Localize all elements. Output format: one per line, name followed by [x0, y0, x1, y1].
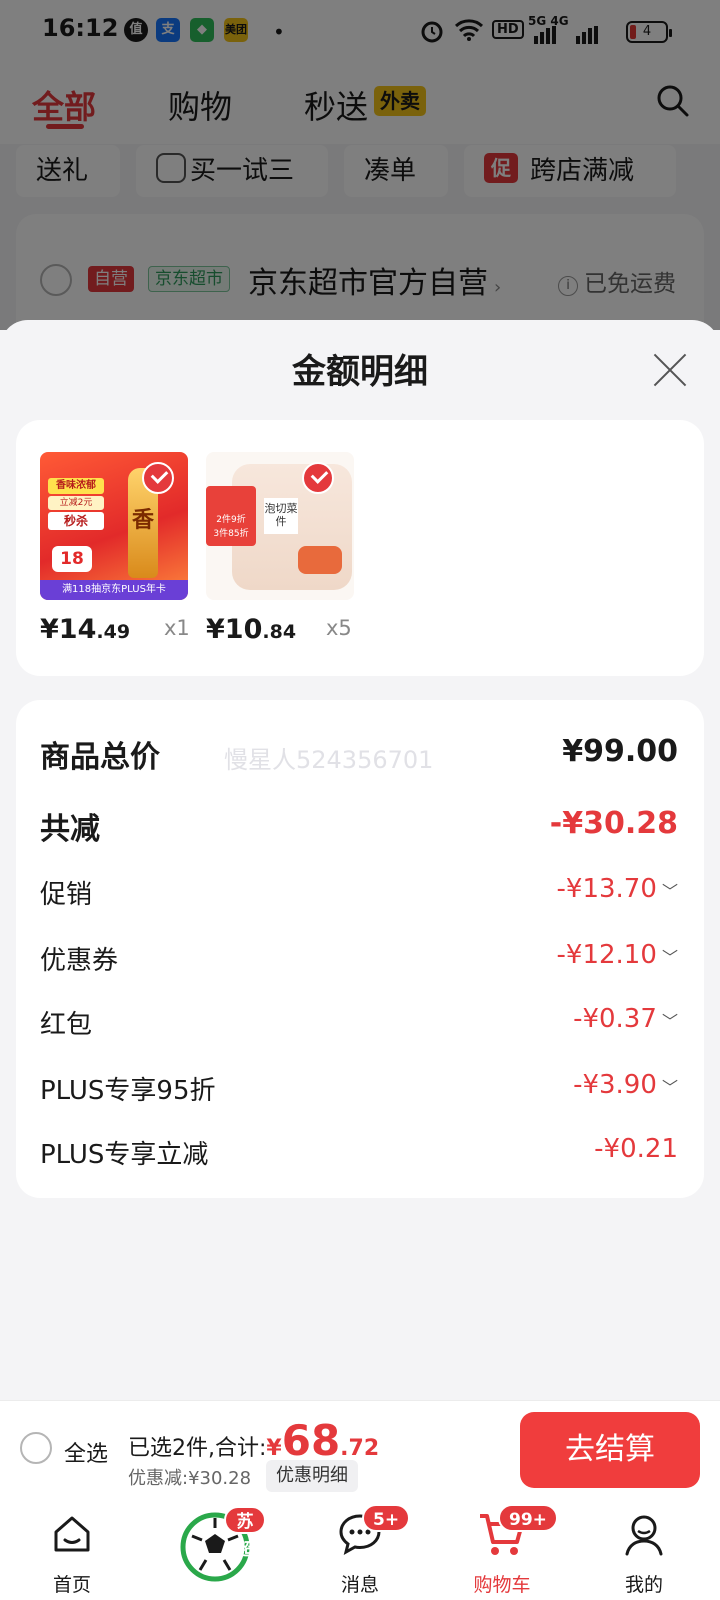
product-checked-icon[interactable] — [302, 462, 334, 494]
nav-profile[interactable]: 我的 — [594, 1510, 694, 1596]
row-plus-95-expand[interactable]: -¥3.90 ﹀ — [440, 1070, 678, 1100]
nav-messages[interactable]: 5+ 消息 — [310, 1504, 411, 1596]
row-value-promotion: -¥13.70 — [556, 874, 657, 904]
chevron-down-icon: ﹀ — [661, 1078, 678, 1097]
message-count-badge: 5+ — [362, 1504, 411, 1532]
row-coupon-expand[interactable]: -¥12.10 ﹀ — [440, 940, 678, 970]
chevron-down-icon: ﹀ — [661, 1012, 678, 1031]
row-label-subtotal: 商品总价 — [40, 740, 160, 775]
su-super-badge: 苏超 — [224, 1506, 266, 1560]
row-label-coupon: 优惠券 — [40, 946, 119, 976]
product-checked-icon[interactable] — [142, 462, 174, 494]
row-label-plus-instant: PLUS专享立减 — [40, 1140, 209, 1170]
row-value-subtotal: ¥99.00 — [562, 734, 678, 769]
select-all-radio[interactable] — [20, 1432, 52, 1464]
product-price: ¥10.84 — [206, 614, 297, 645]
checkout-button[interactable]: 去结算 — [520, 1412, 700, 1488]
cart-count-badge: 99+ — [498, 1504, 558, 1532]
row-value-coupon: -¥12.10 — [556, 940, 657, 970]
nav-cart[interactable]: 99+ 购物车 — [452, 1504, 558, 1596]
row-value-red-packet: -¥0.37 — [573, 1004, 657, 1034]
row-promotion-expand[interactable]: -¥13.70 ﹀ — [440, 874, 678, 904]
chevron-down-icon: ﹀ — [661, 882, 678, 901]
product-price: ¥14.49 — [40, 614, 131, 645]
modal-backdrop[interactable] — [0, 0, 720, 330]
product-quantity: x5 — [326, 616, 352, 640]
select-all-label[interactable]: 全选 — [64, 1436, 108, 1468]
row-red-packet-expand[interactable]: -¥0.37 ﹀ — [440, 1004, 678, 1034]
nav-home[interactable]: 首页 — [22, 1510, 122, 1596]
row-value-total-discount: -¥30.28 — [549, 806, 678, 841]
close-icon[interactable] — [652, 352, 688, 388]
chevron-down-icon: ﹀ — [661, 948, 678, 967]
home-icon — [54, 1516, 90, 1552]
profile-icon — [625, 1515, 663, 1556]
row-label-plus-95: PLUS专享95折 — [40, 1076, 216, 1106]
watermark: 慢星人524356701 — [224, 746, 434, 774]
row-value-plus-95: -¥3.90 — [573, 1070, 657, 1100]
discount-summary: 优惠减:¥30.28 — [128, 1468, 252, 1489]
row-value-plus-instant: -¥0.21 — [594, 1134, 678, 1164]
sheet-title: 金额明细 — [292, 352, 428, 392]
product-quantity: x1 — [164, 616, 190, 640]
row-label-promotion: 促销 — [40, 880, 93, 910]
row-label-total-discount: 共减 — [40, 812, 100, 847]
row-label-red-packet: 红包 — [40, 1010, 93, 1040]
selected-total: 已选2件,合计:¥68.72 — [128, 1416, 380, 1465]
discount-detail-button[interactable]: 优惠明细 — [266, 1460, 358, 1492]
nav-su-super-league[interactable]: 苏超 — [166, 1506, 266, 1596]
